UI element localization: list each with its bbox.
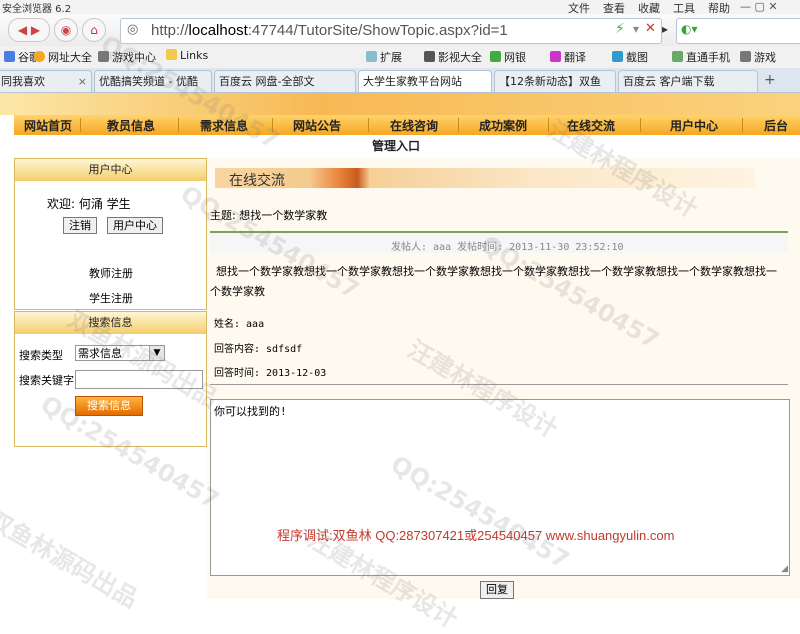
logout-button[interactable]: 注销 <box>63 217 97 234</box>
gamepad-icon <box>740 51 751 62</box>
tab-strip: 同我喜欢 × 优酷搞笑频道 - 优酷 百度云 网盘-全部文 大学生家教平台网站 【… <box>0 68 800 93</box>
fav-sites[interactable]: 网址大全 <box>34 49 92 65</box>
search-type-label: 搜索类型 <box>19 349 63 362</box>
search-panel-title: 搜索信息 <box>15 312 206 334</box>
stop-icon[interactable]: ✕ <box>645 21 656 36</box>
reply-time: 回答时间: 2013-12-03 <box>214 368 327 379</box>
nav-cases[interactable]: 成功案例 <box>479 117 527 134</box>
tab-6[interactable]: 百度云 客户端下载 <box>618 70 758 92</box>
nav-divider <box>272 118 273 132</box>
user-center-title: 用户中心 <box>15 159 206 181</box>
fav-translate[interactable]: 翻译 <box>550 49 586 65</box>
back-forward-button[interactable]: ◀ ▶ <box>8 18 50 42</box>
nav-divider <box>640 118 641 132</box>
reply-textarea[interactable]: 你可以找到的! 程序调试:双鱼林 QQ:287307421或254540457 … <box>210 399 790 576</box>
search-box[interactable]: ◐▾ <box>676 18 800 44</box>
reply-divider <box>210 384 788 385</box>
nav-demands[interactable]: 需求信息 <box>200 117 248 134</box>
browser-title: 安全浏览器 6.2 <box>2 4 72 15</box>
fav-extensions[interactable]: 扩展 <box>366 49 402 65</box>
nav-tutors[interactable]: 教员信息 <box>107 117 155 134</box>
reply-text: 你可以找到的! <box>214 405 287 418</box>
nav-user-center[interactable]: 用户中心 <box>670 117 718 134</box>
home-orange-icon[interactable]: ◉ <box>54 18 78 42</box>
favorites-bar: 谷歌 网址大全 游戏中心 Links 扩展 影视大全 网银 翻译 截图 直通手机… <box>0 46 800 69</box>
search-submit-button[interactable]: 搜索信息 <box>75 396 143 416</box>
topic-main: 在线交流 主题: 想找一个数学家教 发帖人: aaa 发帖时间: 2013-11… <box>207 158 800 599</box>
address-toolbar: ◀ ▶ ◉ ⌂ ◎ http://localhost:47744/TutorSi… <box>0 14 800 47</box>
reply-content: 回答内容: sdfsdf <box>214 344 303 355</box>
topic-body: 想找一个数学家教想找一个数学家教想找一个数学家教想找一个数学家教想找一个数学家教… <box>210 265 777 298</box>
resize-handle-icon[interactable]: ◢ <box>781 564 788 574</box>
extension-icon <box>366 51 377 62</box>
nav-divider <box>368 118 369 132</box>
home-icon[interactable]: ⌂ <box>82 18 106 42</box>
translate-icon <box>550 51 561 62</box>
search-keyword-input[interactable] <box>75 370 203 389</box>
nav-exchange[interactable]: 在线交流 <box>567 117 615 134</box>
section-title: 在线交流 <box>229 173 285 189</box>
new-tab-icon[interactable]: + <box>764 72 776 88</box>
folder-icon <box>166 49 177 60</box>
dropdown-icon[interactable]: ▾ <box>633 22 639 36</box>
bank-icon <box>490 51 501 62</box>
scissors-icon <box>612 51 623 62</box>
search-panel: 搜索信息 搜索类型 需求信息 ▼ 搜索关键字 搜索信息 <box>14 311 207 447</box>
fav-bank[interactable]: 网银 <box>490 49 526 65</box>
search-engine-icon[interactable]: ◐▾ <box>681 22 698 36</box>
fav-games-center[interactable]: 游戏中心 <box>98 49 156 65</box>
address-bar[interactable]: ◎ http://localhost:47744/TutorSite/ShowT… <box>120 18 662 44</box>
welcome-text: 欢迎: 何涌 学生 <box>47 197 131 211</box>
debug-credit: 程序调试:双鱼林 QQ:287307421或254540457 www.shua… <box>277 528 675 543</box>
reply-name: 姓名: aaa <box>214 319 265 330</box>
tab-1[interactable]: 同我喜欢 × <box>0 70 92 92</box>
sites-icon <box>34 51 45 62</box>
close-icon[interactable]: × <box>78 71 87 92</box>
search-type-select[interactable]: 需求信息 ▼ <box>75 345 165 361</box>
fav-games[interactable]: 游戏 <box>740 49 776 65</box>
video-icon <box>424 51 435 62</box>
google-icon <box>4 51 15 62</box>
nav-consult[interactable]: 在线咨询 <box>390 117 438 134</box>
nav-divider <box>458 118 459 132</box>
user-center-button[interactable]: 用户中心 <box>107 217 163 234</box>
web-page: 网站首页 教员信息 需求信息 网站公告 在线咨询 成功案例 在线交流 用户中心 … <box>0 93 800 599</box>
nav-divider <box>742 118 743 132</box>
address-url[interactable]: http://localhost:47744/TutorSite/ShowTop… <box>151 22 508 39</box>
student-register-link[interactable]: 学生注册 <box>89 290 133 306</box>
tab-5[interactable]: 【12条新动态】双鱼 <box>494 70 616 92</box>
admin-entry-link[interactable]: 管理入口 <box>372 137 420 154</box>
fav-phone[interactable]: 直通手机 <box>672 49 730 65</box>
gamepad-icon <box>98 51 109 62</box>
topic-subject: 主题: 想找一个数学家教 <box>210 209 328 222</box>
user-center-panel: 用户中心 欢迎: 何涌 学生 注销 用户中心 教师注册 学生注册 <box>14 158 207 310</box>
nav-home[interactable]: 网站首页 <box>24 117 72 134</box>
nav-notices[interactable]: 网站公告 <box>293 117 341 134</box>
lightning-icon[interactable]: ⚡ <box>615 21 625 37</box>
nav-divider <box>178 118 179 132</box>
section-title-decoration <box>311 168 369 188</box>
tab-active[interactable]: 大学生家教平台网站 <box>358 70 492 92</box>
nav-divider <box>548 118 549 132</box>
nav-divider <box>80 118 81 132</box>
site-nav: 网站首页 教员信息 需求信息 网站公告 在线咨询 成功案例 在线交流 用户中心 … <box>14 115 800 135</box>
search-keyword-label: 搜索关键字 <box>19 374 74 387</box>
tab-2[interactable]: 优酷搞笑频道 - 优酷 <box>94 70 212 92</box>
browser-titlebar: 安全浏览器 6.2 文件 查看 收藏 工具 帮助 — ▢ ✕ <box>0 0 800 15</box>
fav-screenshot[interactable]: 截图 <box>612 49 648 65</box>
phone-icon <box>672 51 683 62</box>
window-controls[interactable]: — ▢ ✕ <box>740 0 778 13</box>
topic-meta: 发帖人: aaa 发帖时间: 2013-11-30 23:52:10 <box>391 242 624 253</box>
reply-button[interactable]: 回复 <box>480 581 514 599</box>
fav-video[interactable]: 影视大全 <box>424 49 482 65</box>
tab-3[interactable]: 百度云 网盘-全部文 <box>214 70 356 92</box>
section-title-bar: 在线交流 <box>215 168 755 189</box>
page-icon: ◎ <box>127 22 139 37</box>
teacher-register-link[interactable]: 教师注册 <box>89 265 133 281</box>
nav-admin[interactable]: 后台 <box>764 117 788 134</box>
chevron-down-icon[interactable]: ▼ <box>149 346 164 360</box>
site-banner <box>0 93 800 115</box>
go-icon[interactable]: ▸ <box>662 22 668 36</box>
fav-links[interactable]: Links <box>166 49 208 62</box>
